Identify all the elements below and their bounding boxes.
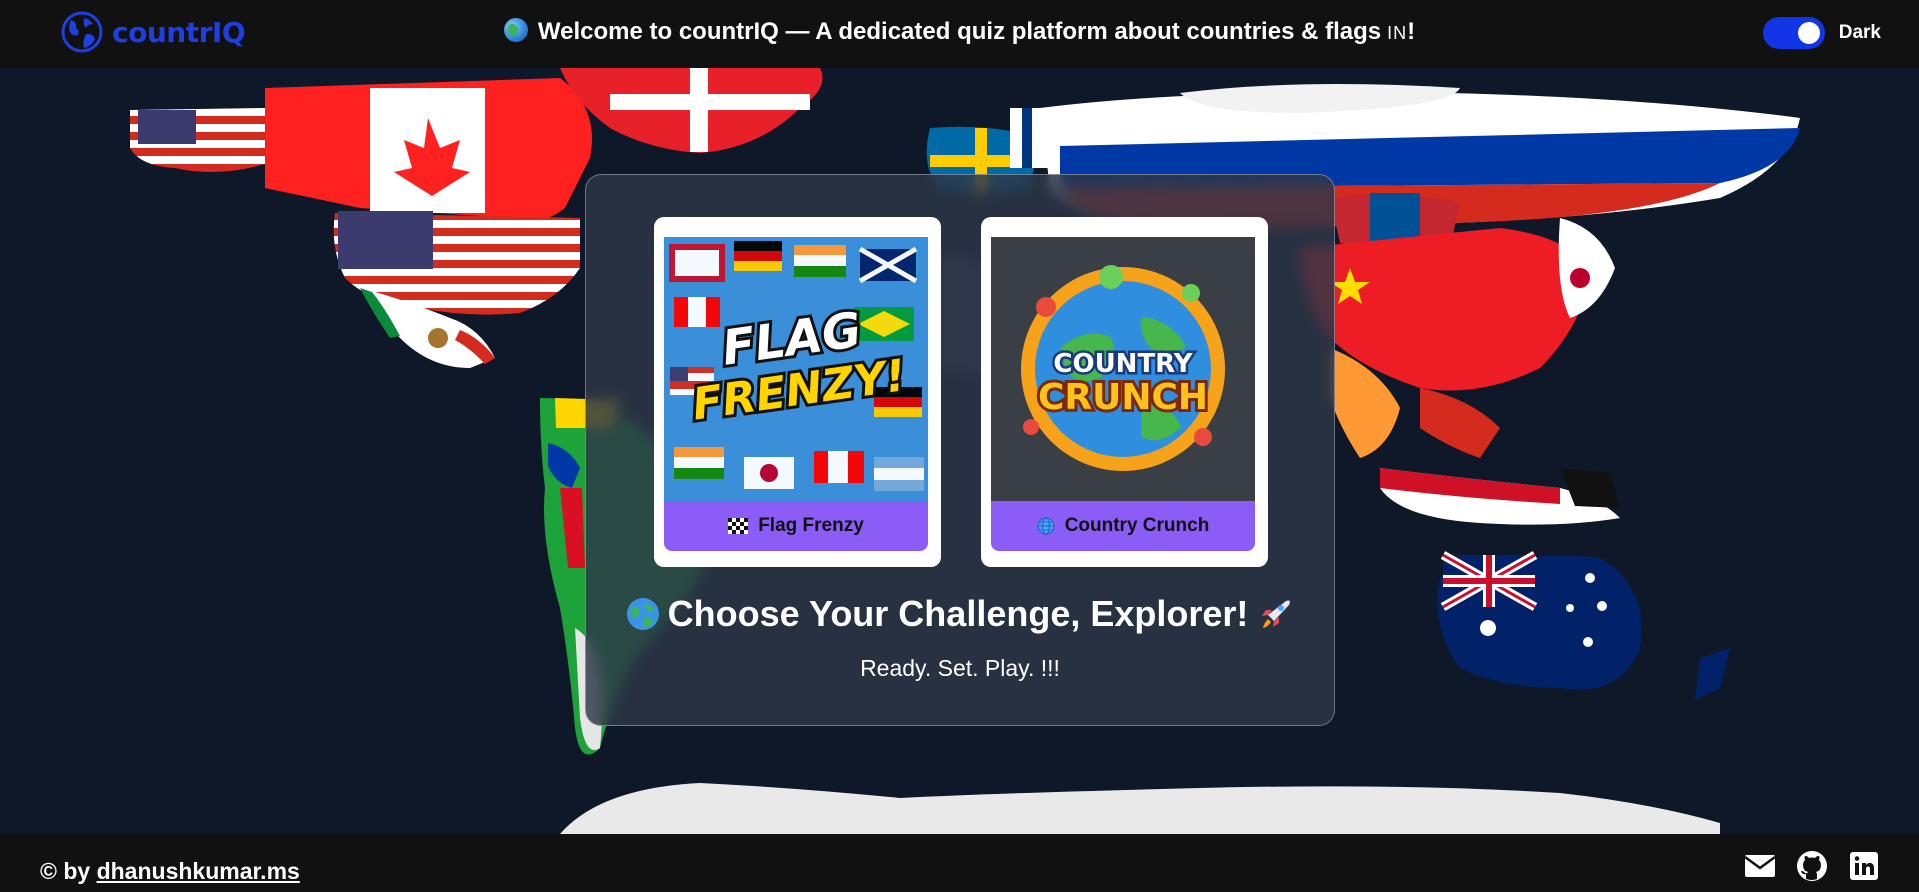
mail-icon[interactable] — [1743, 850, 1777, 882]
india-flag-text: IN — [1387, 23, 1408, 43]
country-crunch-word2: CRUNCH — [1038, 377, 1208, 418]
challenge-heading-text: Choose Your Challenge, Explorer! — [667, 593, 1249, 634]
globe-emoji-icon — [503, 18, 528, 42]
tagline: Ready. Set. Play. !!! — [860, 655, 1060, 681]
flag-frenzy-button[interactable]: Flag Frenzy — [664, 501, 928, 551]
dark-mode-toggle[interactable] — [1762, 17, 1825, 49]
globe-web-icon — [1037, 517, 1055, 535]
country-crunch-button[interactable]: Country Crunch — [991, 501, 1255, 551]
author-link[interactable]: dhanushkumar.ms — [97, 858, 300, 884]
credit: © by dhanushkumar.ms — [40, 858, 300, 885]
welcome-banner: Welcome to countrIQ — A dedicated quiz p… — [0, 18, 1919, 46]
top-header: countrIQ Welcome to countrIQ — A dedicat… — [0, 0, 1919, 68]
dark-mode-label: Dark — [1838, 22, 1881, 43]
welcome-text: Welcome to countrIQ — A dedicated quiz p… — [537, 18, 1382, 45]
footer: © by dhanushkumar.ms — [0, 834, 1919, 892]
rocket-icon — [1262, 600, 1291, 628]
flag-frenzy-label: Flag Frenzy — [758, 515, 864, 536]
challenge-heading: Choose Your Challenge, Explorer! — [586, 593, 1334, 635]
checkered-flag-icon — [728, 518, 749, 534]
country-crunch-word1: COUNTRY — [1053, 349, 1193, 379]
globe-emoji-icon — [626, 598, 659, 630]
github-icon[interactable] — [1795, 850, 1829, 882]
country-crunch-image: COUNTRY CRUNCH — [991, 237, 1255, 501]
challenge-panel: FLAG FRENZY! Flag Frenzy COUNTRY CRUNCH … — [585, 174, 1335, 726]
linkedin-icon[interactable] — [1847, 850, 1881, 882]
country-crunch-label: Country Crunch — [1064, 515, 1210, 536]
theme-toggle-group: Dark — [1762, 17, 1881, 49]
welcome-suffix: ! — [1407, 18, 1416, 45]
credit-prefix: © by — [40, 858, 91, 884]
country-crunch-card[interactable]: COUNTRY CRUNCH Country Crunch — [981, 217, 1268, 567]
flag-frenzy-card[interactable]: FLAG FRENZY! Flag Frenzy — [654, 217, 941, 567]
flag-frenzy-image: FLAG FRENZY! — [664, 237, 928, 501]
social-links — [1743, 850, 1881, 882]
